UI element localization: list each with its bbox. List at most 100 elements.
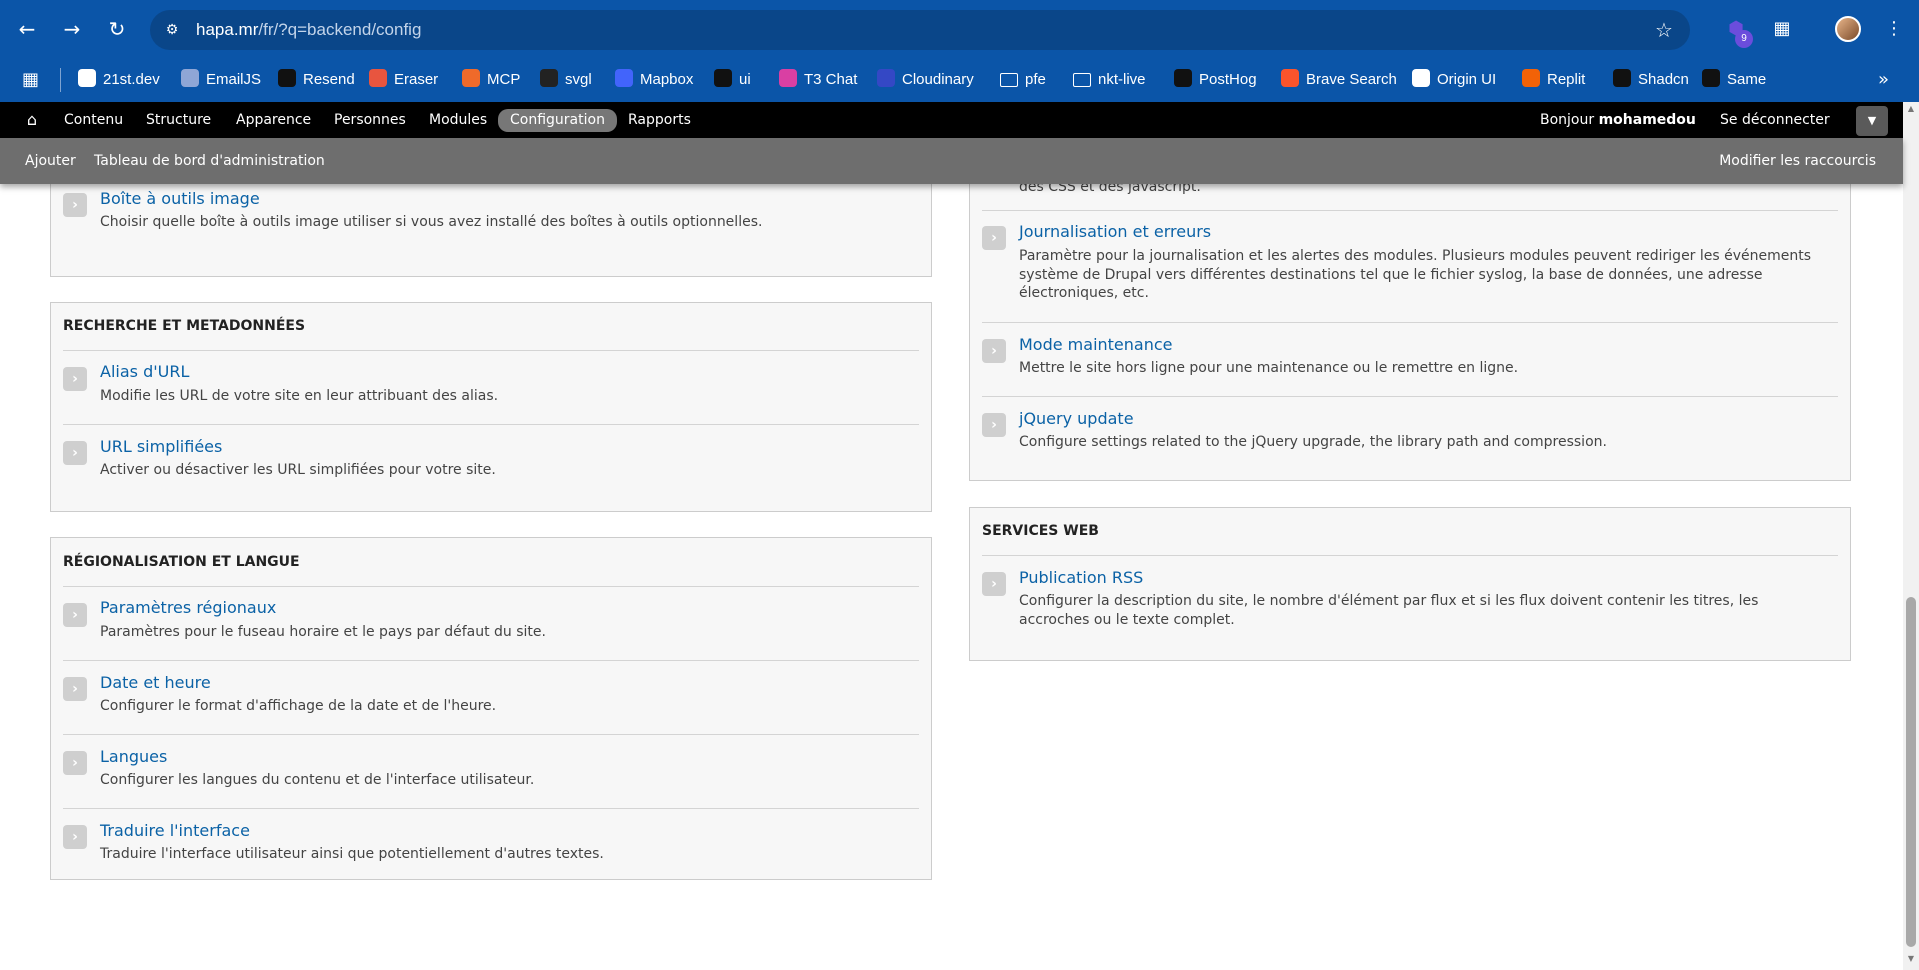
config-link[interactable]: Alias d'URL [100, 362, 189, 381]
bookmark-nkt-live[interactable]: nkt-live [1073, 58, 1146, 102]
panel-media: › Boîte à outils image Choisir quelle bo… [50, 184, 932, 277]
config-link[interactable]: URL simplifiées [100, 437, 222, 456]
bookmark-emailjs[interactable]: EmailJS [181, 58, 261, 102]
shortcut-dashboard[interactable]: Tableau de bord d'administration [94, 138, 325, 184]
site-settings-icon[interactable]: ⚙ [160, 18, 184, 42]
forward-arrow-icon[interactable]: → [57, 14, 87, 44]
config-link[interactable]: Boîte à outils image [100, 189, 260, 208]
config-entry: › Boîte à outils image Choisir quelle bo… [63, 184, 919, 256]
home-icon[interactable]: ⌂ [22, 110, 42, 130]
config-page-content: › Boîte à outils image Choisir quelle bo… [0, 184, 1903, 970]
toolbar-item-apparence[interactable]: Apparence [224, 109, 323, 132]
scroll-up-icon[interactable]: ▲ [1906, 104, 1916, 114]
bookmark-origin-ui[interactable]: Origin UI [1412, 58, 1496, 102]
bookmark-shadcn[interactable]: Shadcn [1613, 58, 1689, 102]
config-entry: › Paramètres régionaux Paramètres pour l… [63, 586, 919, 660]
extension-badge: 9 [1735, 30, 1753, 48]
bookmark-mapbox[interactable]: Mapbox [615, 58, 693, 102]
chevron-right-icon: › [982, 339, 1006, 363]
bookmark-label: pfe [1025, 71, 1046, 88]
panel-regional-language: RÉGIONALISATION ET LANGUE › Paramètres r… [50, 537, 932, 880]
bookmark-star-icon[interactable]: ☆ [1652, 18, 1676, 42]
config-link[interactable]: Journalisation et erreurs [1019, 222, 1211, 241]
bookmark-label: Same [1727, 71, 1767, 88]
config-entry: › Langues Configurer les langues du cont… [63, 734, 919, 808]
config-link[interactable]: Langues [100, 747, 167, 766]
chevron-right-icon: › [982, 413, 1006, 437]
config-entry: › Mode maintenance Mettre le site hors l… [982, 322, 1838, 396]
ui-icon [714, 69, 732, 87]
chevron-right-icon: › [63, 193, 87, 217]
toolbar-item-personnes[interactable]: Personnes [322, 109, 418, 132]
browser-menu-icon[interactable]: ⋮ [1880, 15, 1908, 43]
bookmark-label: Replit [1547, 71, 1586, 88]
config-description: Choisir quelle boîte à outils image util… [100, 214, 763, 230]
bookmarks-bar: 21st.dev EmailJS Resend Eraser MCP svgl Mapbox… [0, 58, 1919, 102]
panel-title: SERVICES WEB [982, 523, 1099, 539]
profile-avatar[interactable] [1835, 16, 1861, 42]
toolbar-item-rapports[interactable]: Rapports [616, 109, 703, 132]
config-description: Modifie les URL de votre site en leur at… [100, 388, 499, 404]
bookmark-t3-chat[interactable]: T3 Chat [779, 58, 857, 102]
shortcut-add[interactable]: Ajouter [25, 138, 76, 184]
toolbar-item-structure[interactable]: Structure [134, 109, 223, 132]
config-link[interactable]: Mode maintenance [1019, 335, 1173, 354]
page-scrollbar[interactable]: ▲ ▼ [1903, 102, 1919, 970]
chevron-right-icon: › [982, 572, 1006, 596]
scrollbar-thumb[interactable] [1906, 597, 1916, 947]
config-description: Traduire l'interface utilisateur ainsi q… [100, 846, 604, 862]
bookmark-posthog[interactable]: PostHog [1174, 58, 1257, 102]
config-link[interactable]: Traduire l'interface [100, 821, 250, 840]
bookmark-label: Eraser [394, 71, 439, 88]
chevron-right-icon: › [63, 603, 87, 627]
bookmark-pfe[interactable]: pfe [1000, 58, 1046, 102]
back-arrow-icon[interactable]: ← [12, 14, 42, 44]
bookmark-ui[interactable]: ui [714, 58, 751, 102]
greeting-prefix: Bonjour [1540, 112, 1599, 128]
bookmark-eraser[interactable]: Eraser [369, 58, 438, 102]
bookmark-brave-search[interactable]: Brave Search [1281, 58, 1397, 102]
bookmark-label: Resend [303, 71, 355, 88]
config-link[interactable]: Publication RSS [1019, 568, 1143, 587]
panel-web-services: SERVICES WEB › Publication RSS Configure… [969, 507, 1851, 661]
resend-icon [278, 69, 296, 87]
folder-icon [1000, 73, 1018, 87]
shortcuts-toggle-icon[interactable]: ▼ [1856, 106, 1888, 136]
bookmark-mcp[interactable]: MCP [462, 58, 520, 102]
config-entry: › URL simplifiées Activer ou désactiver … [63, 424, 919, 498]
bookmark-replit[interactable]: Replit [1522, 58, 1585, 102]
bookmark-cloudinary[interactable]: Cloudinary [877, 58, 974, 102]
bookmark-label: Origin UI [1437, 71, 1497, 88]
toolbar-item-modules[interactable]: Modules [417, 109, 499, 132]
panel-development: des CSS et des javascript. › Journalisat… [969, 184, 1851, 481]
more-bookmarks-icon[interactable]: » [1878, 58, 1889, 102]
bookmark-label: ui [739, 71, 751, 88]
21st-icon [78, 69, 96, 87]
scroll-down-icon[interactable]: ▼ [1906, 954, 1916, 964]
url-host: hapa.mr [196, 20, 259, 39]
same-icon [1702, 69, 1720, 87]
logout-link[interactable]: Se déconnecter [1720, 109, 1830, 132]
username[interactable]: mohamedou [1599, 112, 1696, 128]
bookmark-resend[interactable]: Resend [278, 58, 355, 102]
toolbar-item-configuration[interactable]: Configuration [498, 109, 617, 132]
bookmark-label: T3 Chat [804, 71, 858, 88]
browser-chrome: ← → ↻ ⚙ hapa.mr/fr/?q=backend/config ☆ ⬢… [0, 0, 1919, 102]
config-link[interactable]: Date et heure [100, 673, 211, 692]
bookmark-svgl[interactable]: svgl [540, 58, 592, 102]
bookmark-same[interactable]: Same [1702, 58, 1766, 102]
edit-shortcuts-link[interactable]: Modifier les raccourcis [1719, 138, 1876, 184]
toolbar-item-contenu[interactable]: Contenu [52, 109, 135, 132]
address-bar[interactable]: ⚙ hapa.mr/fr/?q=backend/config ☆ [150, 10, 1690, 50]
url-text[interactable]: hapa.mr/fr/?q=backend/config [196, 10, 421, 50]
chevron-right-icon: › [982, 226, 1006, 250]
extensions-puzzle-icon[interactable]: ▦ [1768, 15, 1796, 43]
config-link[interactable]: jQuery update [1019, 409, 1134, 428]
bookmark-label: 21st.dev [103, 71, 160, 88]
config-description: Paramètre pour la journalisation et les … [1019, 248, 1812, 301]
reload-icon[interactable]: ↻ [102, 14, 132, 44]
bookmark-21st-dev[interactable]: 21st.dev [78, 58, 160, 102]
config-link[interactable]: Paramètres régionaux [100, 598, 276, 617]
mapbox-icon [615, 69, 633, 87]
chevron-right-icon: › [63, 825, 87, 849]
